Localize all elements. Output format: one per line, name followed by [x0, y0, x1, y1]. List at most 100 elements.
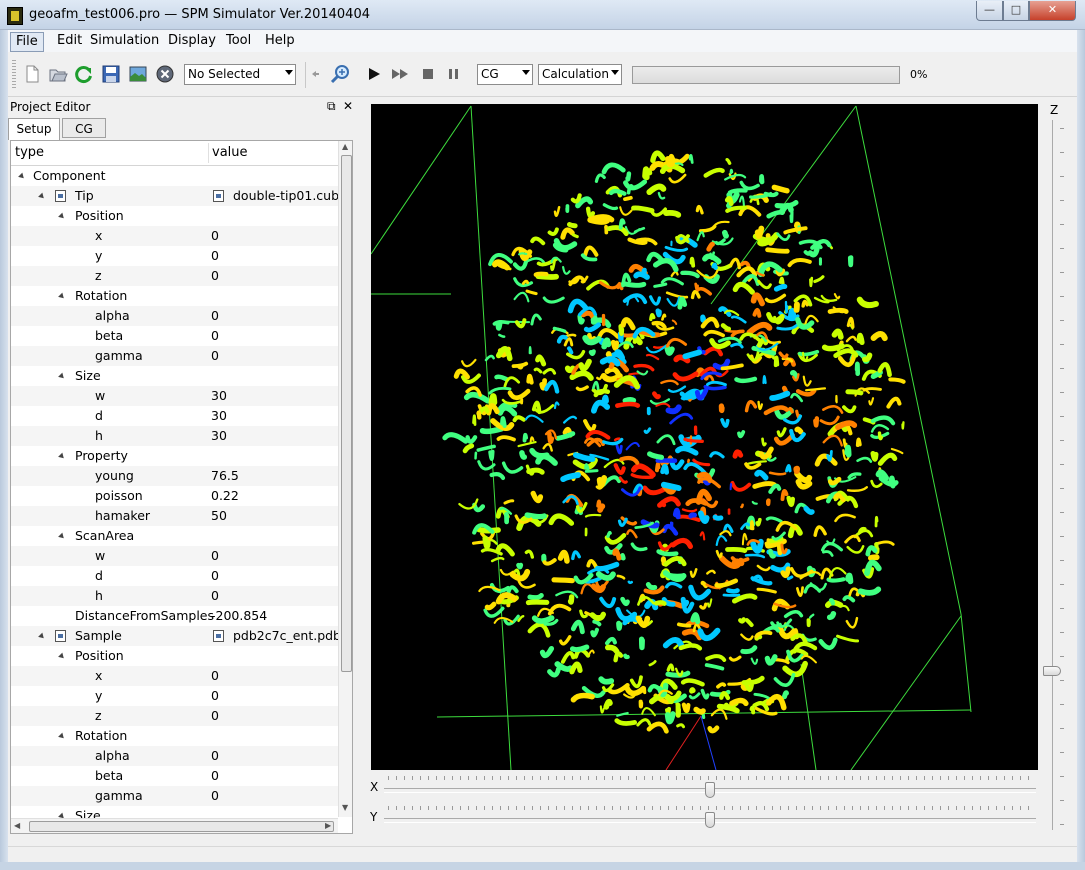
tree-row[interactable]: gamma 0 — [11, 786, 338, 806]
tree-row-value[interactable]: double-tip01.cube — [233, 186, 347, 206]
tree-row-value[interactable]: 0 — [211, 686, 219, 706]
open-folder-icon[interactable] — [48, 64, 68, 84]
tree-row-value[interactable]: -200.854 — [211, 606, 267, 626]
tab-cg[interactable]: CG — [62, 118, 106, 138]
tree-row[interactable]: y0 — [11, 246, 338, 266]
tree-row-value[interactable]: 0 — [211, 326, 219, 346]
tab-setup[interactable]: Setup — [8, 118, 60, 140]
tree-row-value[interactable]: 0 — [211, 246, 219, 266]
tree-row[interactable]: d 30 — [11, 406, 338, 426]
tree-row[interactable]: poisson 0.22 — [11, 486, 338, 506]
tree-row-value[interactable]: 0 — [211, 786, 219, 806]
tree-row[interactable]: alpha 0 — [11, 306, 338, 326]
menu-simulation[interactable]: Simulation — [85, 32, 164, 50]
tree-row[interactable]: beta 0 — [11, 766, 338, 786]
expand-arrow-icon[interactable] — [38, 192, 46, 201]
cancel-icon[interactable] — [155, 64, 175, 84]
stop-icon[interactable] — [418, 64, 438, 84]
column-divider[interactable] — [208, 143, 209, 163]
vertical-scrollbar[interactable]: ▲ ▼ — [338, 141, 352, 817]
tree-row-value[interactable]: 0 — [211, 266, 219, 286]
tree-row-value[interactable]: 30 — [211, 426, 227, 446]
x-slider-thumb[interactable] — [705, 782, 715, 798]
tree-row-value[interactable]: 76.5 — [211, 466, 239, 486]
tree-row-value[interactable]: 0 — [211, 586, 219, 606]
tree-row[interactable]: DistanceFromSamples -200.854 — [11, 606, 338, 626]
expand-arrow-icon[interactable] — [18, 172, 26, 181]
scroll-down-icon[interactable]: ▼ — [342, 803, 348, 812]
close-panel-button[interactable]: ✕ — [343, 99, 353, 113]
expand-arrow-icon[interactable] — [58, 452, 66, 461]
close-button[interactable]: ✕ — [1029, 1, 1076, 21]
mode-combo[interactable]: CG — [477, 64, 533, 85]
tree-row[interactable]: Rotation — [11, 726, 338, 746]
tree-row-value[interactable]: 0 — [211, 306, 219, 326]
column-header-type[interactable]: type — [15, 145, 44, 160]
3d-viewer[interactable] — [371, 104, 1038, 770]
tree-row[interactable]: z0 — [11, 706, 338, 726]
tree-row[interactable]: z0 — [11, 266, 338, 286]
refresh-icon[interactable] — [74, 64, 94, 84]
tree-row[interactable]: Position — [11, 646, 338, 666]
tree-row[interactable]: Rotation — [11, 286, 338, 306]
tree-row-value[interactable]: 50 — [211, 506, 227, 526]
expand-arrow-icon[interactable] — [58, 532, 66, 541]
save-icon[interactable] — [101, 64, 121, 84]
expand-arrow-icon[interactable] — [58, 652, 66, 661]
tree-row[interactable]: Size — [11, 366, 338, 386]
menu-file[interactable]: File — [10, 32, 44, 52]
tree-row-value[interactable]: 0 — [211, 566, 219, 586]
tree-row[interactable]: beta 0 — [11, 326, 338, 346]
expand-arrow-icon[interactable] — [58, 212, 66, 221]
expand-arrow-icon[interactable] — [38, 632, 46, 641]
fast-forward-icon[interactable] — [390, 64, 410, 84]
pause-icon[interactable] — [444, 64, 464, 84]
tree-row-value[interactable]: 0 — [211, 706, 219, 726]
toolbar-grip[interactable] — [12, 60, 16, 90]
scroll-right-icon[interactable]: ▶ — [325, 821, 331, 830]
tree-row[interactable]: Tip double-tip01.cube — [11, 186, 347, 206]
tree-row[interactable]: y0 — [11, 686, 338, 706]
tree-row[interactable]: Component — [11, 166, 338, 186]
tree-row[interactable]: Property — [11, 446, 338, 466]
z-slider-thumb[interactable] — [1043, 666, 1061, 676]
tree-row-value[interactable]: 0.22 — [211, 486, 239, 506]
play-icon[interactable] — [364, 64, 384, 84]
calculation-combo[interactable]: Calculation — [538, 64, 622, 85]
new-file-icon[interactable] — [22, 64, 42, 84]
tree-row[interactable]: h 30 — [11, 426, 338, 446]
tree-row-value[interactable]: 0 — [211, 546, 219, 566]
tree-row[interactable]: h0 — [11, 586, 338, 606]
tree-row-value[interactable]: 0 — [211, 746, 219, 766]
vertical-scroll-thumb[interactable] — [341, 155, 352, 672]
tree-row-value[interactable]: 30 — [211, 406, 227, 426]
menu-display[interactable]: Display — [163, 32, 221, 50]
tree-row[interactable]: x0 — [11, 666, 338, 686]
expand-arrow-icon[interactable] — [58, 292, 66, 301]
expand-arrow-icon[interactable] — [58, 372, 66, 381]
tree-row[interactable]: young 76.5 — [11, 466, 338, 486]
minimize-button[interactable]: — — [976, 1, 1003, 21]
tree-row[interactable]: gamma 0 — [11, 346, 338, 366]
tree-row-value[interactable]: 0 — [211, 766, 219, 786]
undo-icon[interactable] — [308, 64, 322, 84]
menu-tool[interactable]: Tool — [221, 32, 256, 50]
column-header-value[interactable]: value — [212, 145, 248, 160]
expand-arrow-icon[interactable] — [58, 732, 66, 741]
tree-row[interactable]: hamaker 50 — [11, 506, 338, 526]
image-icon[interactable] — [128, 64, 148, 84]
menu-help[interactable]: Help — [260, 32, 300, 50]
tree-row[interactable]: Sample pdb2c7c_ent.pdb — [11, 626, 341, 646]
menu-edit[interactable]: Edit — [52, 32, 87, 50]
tree-row[interactable]: d0 — [11, 566, 338, 586]
tree-row-value[interactable]: 30 — [211, 386, 227, 406]
scroll-left-icon[interactable]: ◀ — [14, 821, 20, 830]
selection-combo[interactable]: No Selected — [184, 64, 296, 85]
tree-row[interactable]: ScanArea — [11, 526, 338, 546]
tree-row-value[interactable]: 0 — [211, 666, 219, 686]
tree-row[interactable]: Position — [11, 206, 338, 226]
tree-row-value[interactable]: pdb2c7c_ent.pdb — [233, 626, 341, 646]
y-slider-thumb[interactable] — [705, 812, 715, 828]
tree-row[interactable]: w 30 — [11, 386, 338, 406]
tree-row[interactable]: w0 — [11, 546, 338, 566]
